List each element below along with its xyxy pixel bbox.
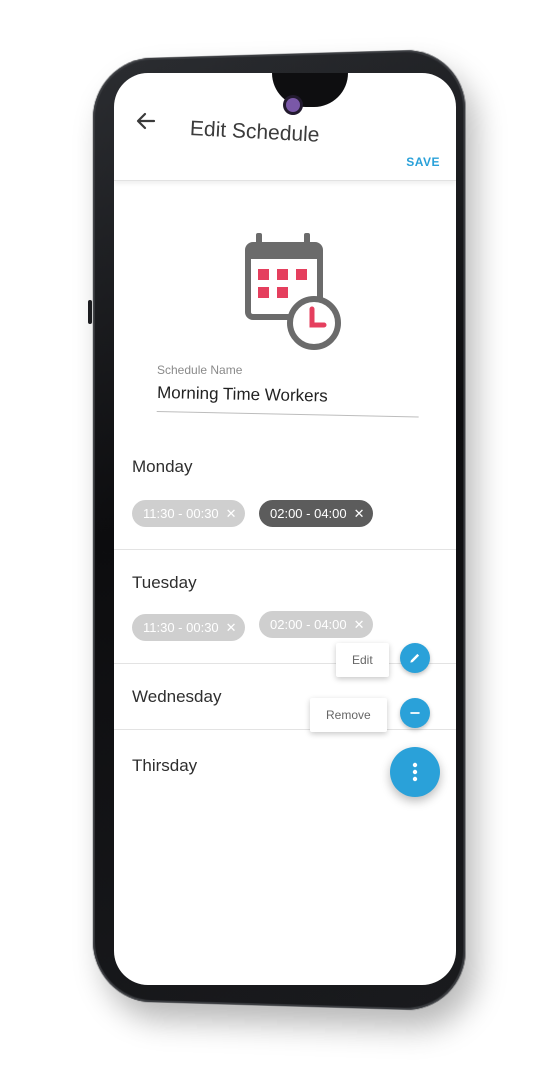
- day-title-wednesday: Wednesday: [132, 687, 222, 706]
- more-vert-icon: [412, 762, 418, 782]
- day-title-monday: Monday: [132, 457, 193, 476]
- device-mockup: Edit Schedule SAVE Schedule Name Morning…: [0, 0, 549, 1080]
- day-title-tuesday: Tuesday: [132, 573, 197, 592]
- close-icon[interactable]: ✕: [226, 506, 237, 522]
- edit-action-button[interactable]: [400, 643, 430, 673]
- schedule-name-input[interactable]: Morning Time Workers: [156, 383, 420, 418]
- schedule-name-label: Schedule Name: [157, 363, 243, 377]
- time-chip-label: 02:00 - 04:00: [270, 506, 347, 521]
- phone-side-button: [88, 300, 92, 324]
- divider: [114, 729, 456, 730]
- day-title-thursday: Thirsday: [132, 756, 198, 775]
- time-chip-label: 11:30 - 00:30: [143, 620, 219, 635]
- close-icon[interactable]: ✕: [354, 617, 365, 633]
- remove-action-label[interactable]: Remove: [310, 698, 387, 732]
- time-chip-selected[interactable]: 02:00 - 04:00 ✕: [259, 500, 373, 527]
- page-title: Edit Schedule: [189, 117, 321, 147]
- close-icon[interactable]: ✕: [226, 620, 237, 636]
- front-camera: [286, 98, 300, 112]
- remove-action-button[interactable]: [400, 698, 430, 728]
- pencil-icon: [410, 653, 420, 663]
- time-chip[interactable]: 02:00 - 04:00 ✕: [259, 611, 373, 638]
- app-screen: Edit Schedule SAVE Schedule Name Morning…: [114, 73, 456, 985]
- edit-action-label[interactable]: Edit: [336, 643, 389, 677]
- close-icon[interactable]: ✕: [354, 506, 365, 522]
- time-chip[interactable]: 11:30 - 00:30 ✕: [132, 614, 245, 641]
- calendar-clock-icon: [245, 233, 341, 350]
- divider: [114, 549, 456, 550]
- save-button[interactable]: SAVE: [406, 155, 440, 169]
- time-chip[interactable]: 11:30 - 00:30 ✕: [132, 500, 245, 527]
- more-actions-fab[interactable]: [390, 747, 440, 797]
- minus-icon: [410, 712, 420, 714]
- time-chip-label: 11:30 - 00:30: [143, 506, 219, 521]
- arrow-left-icon[interactable]: [134, 109, 158, 133]
- time-chip-label: 02:00 - 04:00: [270, 617, 347, 632]
